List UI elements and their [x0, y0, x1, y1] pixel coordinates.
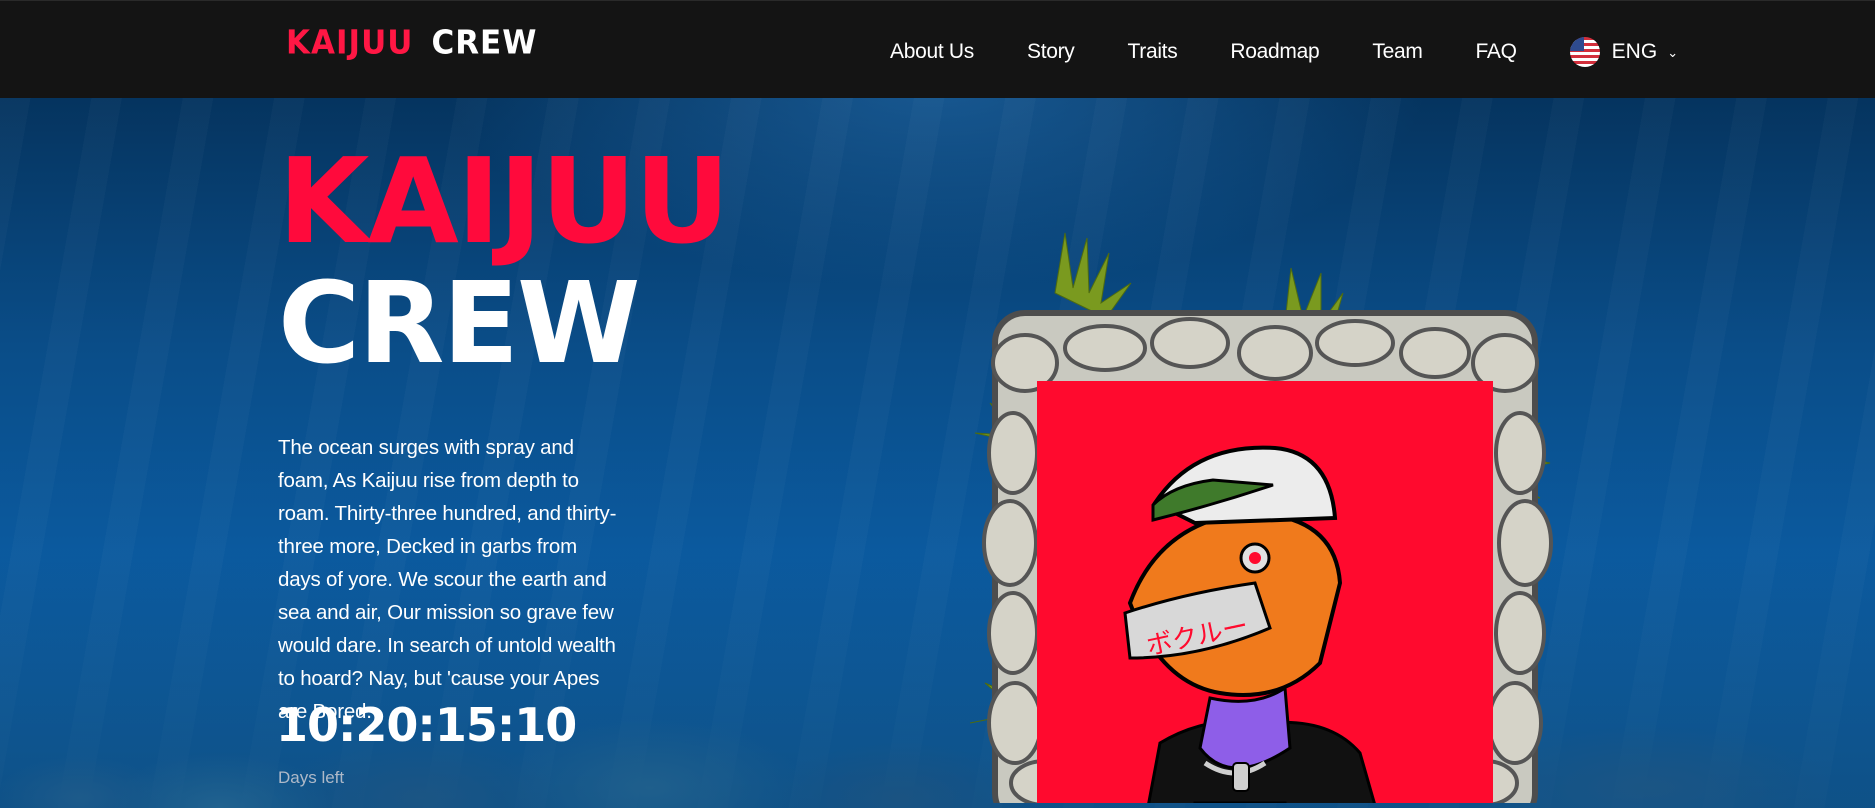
us-flag-icon — [1569, 37, 1600, 67]
hero-title-crew: CREW — [278, 259, 640, 389]
main-nav: About Us Story Traits Roadmap Team FAQ E… — [890, 37, 1678, 67]
nav-story[interactable]: Story — [1027, 40, 1075, 64]
language-selector[interactable]: ENG ⌄ — [1569, 37, 1679, 67]
hero-title-kaijuu: KAIJUU — [278, 132, 730, 270]
nav-about-us[interactable]: About Us — [890, 40, 974, 64]
nav-roadmap[interactable]: Roadmap — [1230, 40, 1319, 64]
nav-team[interactable]: Team — [1372, 40, 1422, 64]
hero-poem: The ocean surges with spray and foam, As… — [278, 436, 617, 723]
nav-faq[interactable]: FAQ — [1476, 40, 1517, 64]
countdown-label: Days left — [278, 768, 345, 787]
top-navbar: KAIJUU CREW About Us Story Traits Roadma… — [0, 0, 1875, 98]
hero-section: KAIJUU CREW The ocean surges with spray … — [0, 98, 1875, 808]
logo-crew-text: CREW — [431, 24, 538, 62]
countdown-timer: 10:20:15:10 — [276, 698, 577, 752]
stone-frame-illustration: ボクルー — [969, 232, 1553, 808]
nav-traits[interactable]: Traits — [1128, 40, 1178, 64]
kaijuu-nft-artwork: ボクルー — [955, 203, 1575, 808]
chevron-down-icon: ⌄ — [1667, 45, 1679, 60]
language-label: ENG — [1611, 40, 1658, 63]
seaweed-tuft — [1054, 232, 1132, 319]
site-logo[interactable]: KAIJUU CREW — [286, 24, 537, 66]
logo-kaijuu-text: KAIJUU — [286, 24, 414, 62]
